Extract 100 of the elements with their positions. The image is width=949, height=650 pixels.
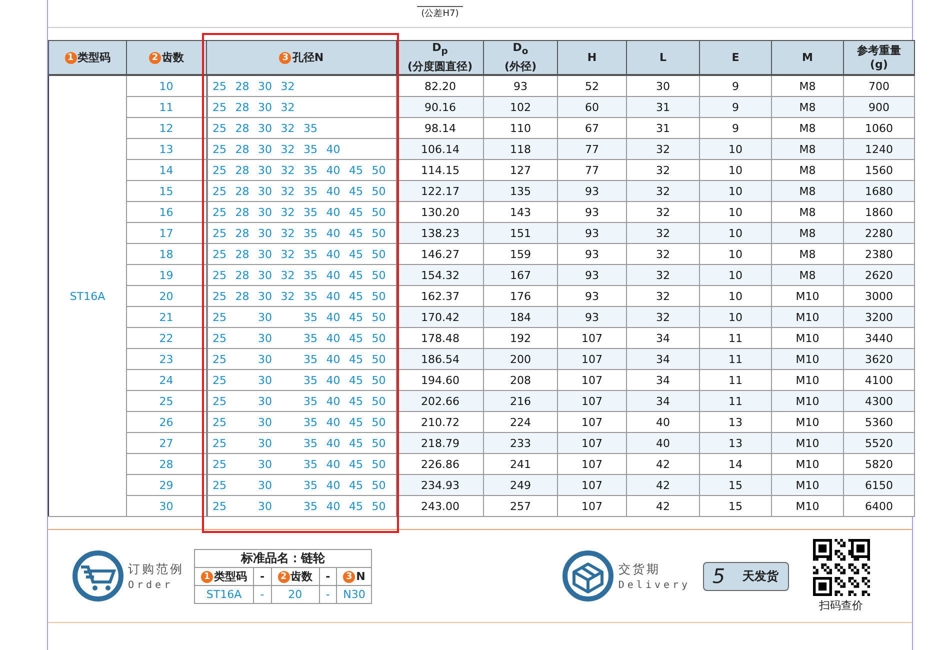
table-value: 13 <box>728 436 742 450</box>
teeth-count: 16 <box>159 206 174 218</box>
table-value: 60 <box>585 100 599 114</box>
table-value: 110 <box>510 122 531 134</box>
bore-size: 45 <box>348 394 364 408</box>
table-value: 107 <box>582 352 602 366</box>
table-value: 218.79 <box>421 436 460 450</box>
bore-size: 40 <box>325 394 342 408</box>
bore-size: 45 <box>348 478 364 492</box>
table-value: 32 <box>656 142 670 156</box>
table-value: 107 <box>582 332 602 344</box>
delivery-days-label: 天发货 <box>742 568 779 584</box>
table-value: 208 <box>510 374 531 386</box>
teeth-count: 30 <box>159 500 174 512</box>
table-value: 4300 <box>865 394 893 408</box>
type-code: ST16A <box>70 290 106 302</box>
bore-size: 40 <box>325 164 342 176</box>
table-value: 93 <box>585 184 599 198</box>
table-value: 167 <box>510 268 531 282</box>
table-value: M8 <box>799 248 816 260</box>
bore-size: 32 <box>280 268 296 282</box>
table-value: 93 <box>514 80 528 92</box>
table-value: M10 <box>796 310 820 324</box>
bore-size: 50 <box>370 500 387 512</box>
table-value: 107 <box>582 478 602 492</box>
table-value: 216 <box>510 394 531 408</box>
number-badge: 2 <box>278 570 290 582</box>
table-value: 5520 <box>865 436 893 450</box>
table-value: 114.15 <box>421 164 460 176</box>
bore-size: 45 <box>348 184 364 198</box>
bore-size: 40 <box>325 248 342 260</box>
number-badge: 1 <box>201 570 213 582</box>
bore-size: 45 <box>348 226 364 240</box>
bore-size: 45 <box>348 332 364 344</box>
bore-size: 50 <box>370 416 387 428</box>
table-value: 162.37 <box>421 290 460 302</box>
example-value: - <box>326 588 330 600</box>
bore-size: 32 <box>280 100 296 114</box>
table-value: 32 <box>656 184 670 198</box>
table-value: 13 <box>728 416 742 428</box>
bore-size: 28 <box>234 226 250 240</box>
column-header: L <box>659 50 666 64</box>
table-value: 32 <box>656 164 670 176</box>
bore-size: 30 <box>257 416 273 428</box>
bore-size: 35 <box>302 436 318 450</box>
table-value: 77 <box>585 164 599 176</box>
table-value: 10 <box>728 164 742 176</box>
table-value: 40 <box>656 436 670 450</box>
table-value: 10 <box>728 310 742 324</box>
table-value: 2620 <box>865 268 893 282</box>
bore-size: 40 <box>325 206 342 218</box>
table-value: 176 <box>510 290 531 302</box>
bore-size: 25 <box>212 394 228 408</box>
bore-size: 35 <box>302 478 318 492</box>
bore-size: 32 <box>280 226 296 240</box>
bore-size: 45 <box>348 290 364 302</box>
teeth-count: 12 <box>159 122 174 134</box>
bore-size: 40 <box>325 184 342 198</box>
teeth-count: 17 <box>159 226 174 240</box>
table-value: 11 <box>728 352 742 366</box>
table-value: 1240 <box>865 142 893 156</box>
bore-size: 50 <box>370 394 387 408</box>
bore-size: 40 <box>325 500 342 512</box>
table-value: 34 <box>656 374 670 386</box>
teeth-count: 15 <box>159 184 174 198</box>
bore-size: 35 <box>302 122 318 134</box>
bore-size: 30 <box>257 226 273 240</box>
bore-size: 25 <box>212 332 228 344</box>
table-value: 194.60 <box>421 374 460 386</box>
delivery-title: 交货期 <box>618 561 662 578</box>
table-value: M10 <box>796 290 820 302</box>
bore-size: 50 <box>370 352 387 366</box>
bore-size: 30 <box>257 164 273 176</box>
table-value: 1680 <box>865 184 893 198</box>
bore-size: 40 <box>325 332 342 344</box>
table-value: M10 <box>796 458 820 470</box>
bore-size: 32 <box>280 164 296 176</box>
bore-size: 25 <box>212 122 228 134</box>
number-badge: 2 <box>149 52 161 64</box>
table-value: 82.20 <box>424 80 456 92</box>
bore-size: 35 <box>302 248 318 260</box>
table-value: 52 <box>585 80 599 92</box>
table-value: 107 <box>582 374 602 386</box>
teeth-count: 13 <box>159 142 174 156</box>
table-value: M10 <box>796 478 820 492</box>
teeth-count: 11 <box>159 100 174 114</box>
table-value: 77 <box>585 142 599 156</box>
bore-size: 50 <box>370 436 387 450</box>
table-value: 10 <box>728 248 742 260</box>
table-value: 10 <box>728 290 742 302</box>
example-header: - <box>326 570 330 582</box>
table-value: 42 <box>656 458 670 470</box>
table-value: M8 <box>799 226 816 240</box>
bore-size: 50 <box>370 374 387 386</box>
order-subtitle: Order <box>128 580 174 591</box>
table-value: 9 <box>732 80 739 92</box>
teeth-count: 19 <box>159 268 174 282</box>
table-value: 32 <box>656 268 670 282</box>
bore-size: 28 <box>234 142 250 156</box>
bore-size: 25 <box>212 164 228 176</box>
